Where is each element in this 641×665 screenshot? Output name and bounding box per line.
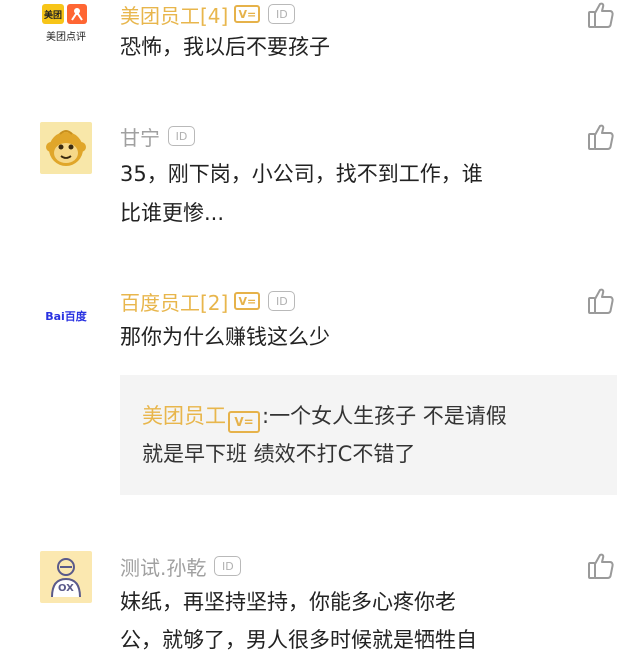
comment-4-header: 测试.孙乾 ID [120,552,242,581]
comment-text-line-2: 公，就够了，男人很多时候就是牺牲自 [120,628,477,652]
thumbs-up-icon[interactable] [586,551,616,581]
baidu-logo-text: Bai百度 [45,310,87,323]
ox-label: OX [58,583,74,594]
comment-text-line-1: 妹纸，再坚持坚持，你能多心疼你老 [120,590,456,614]
thumbs-up-icon[interactable] [586,0,616,30]
comment-2-header: 甘宁 ID [120,122,195,150]
id-badge: ID [268,4,296,24]
verified-badge: V= [228,411,260,433]
monkey-avatar[interactable] [40,122,92,174]
thumbs-up-icon[interactable] [586,286,616,316]
comment-text: 那你为什么赚钱这么少 [120,325,330,349]
comment-1-header: 美团员工[4] V= ID [120,0,296,29]
comment-text-line-1: 35，刚下岗，小公司，找不到工作，谁 [120,162,483,186]
quoted-reply[interactable]: 美团员工 V=:一个女人生孩子 不是请假 就是早下班 绩效不打C不错了 [120,375,617,495]
meituan-logo-text: 美团 [43,10,62,21]
meituan-avatar[interactable]: 美团 美团点评 [40,0,92,44]
meituan-dianping-label: 美团点评 [46,32,86,43]
quoted-username[interactable]: 美团员工 [142,404,226,428]
verified-badge: V= [234,5,261,23]
username[interactable]: 甘宁 [120,122,160,151]
id-badge: ID [168,126,195,146]
id-badge: ID [214,556,242,576]
id-badge: ID [268,291,296,311]
quoted-text-line-1: 一个女人生孩子 不是请假 [269,404,507,428]
comment-text: 恐怖，我以后不要孩子 [120,35,330,59]
baidu-avatar[interactable]: Bai百度 [40,290,92,342]
username[interactable]: 美团员工[4] [120,0,228,29]
username[interactable]: 百度员工[2] [120,287,228,316]
quoted-text-line-2: 就是早下班 绩效不打C不错了 [142,442,416,466]
verified-badge: V= [234,292,261,310]
username[interactable]: 测试.孙乾 [120,552,206,581]
thumbs-up-icon[interactable] [586,122,616,152]
comment-text-line-2: 比谁更惨... [120,201,225,225]
ox-avatar[interactable]: OX [40,551,92,603]
comment-3-header: 百度员工[2] V= ID [120,287,296,316]
quoted-reply-text: 美团员工 V=:一个女人生孩子 不是请假 就是早下班 绩效不打C不错了 [142,397,607,473]
dianping-logo-icon [67,4,87,24]
